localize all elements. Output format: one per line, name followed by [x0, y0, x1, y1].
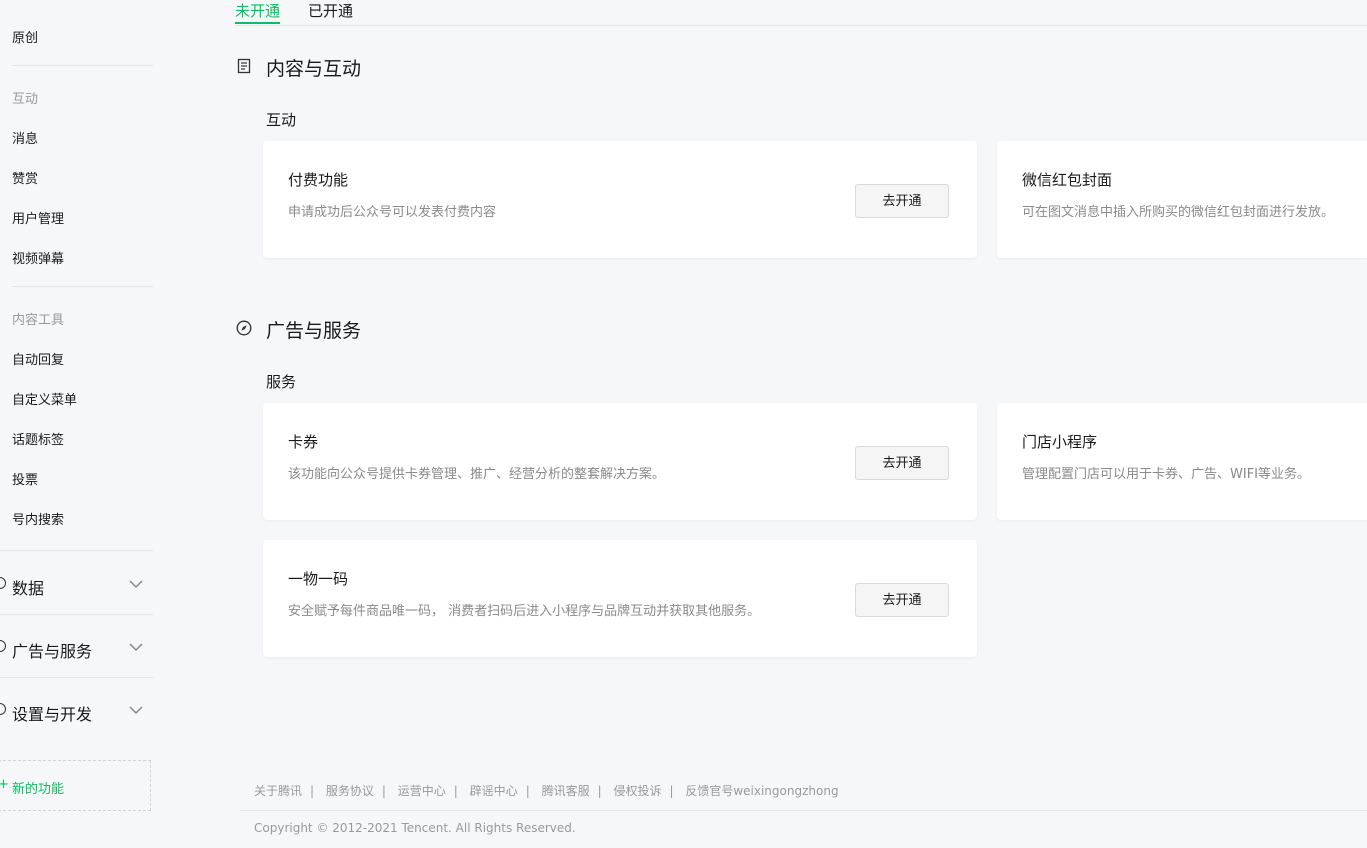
sidebar-menu-label: 数据	[12, 579, 45, 598]
card-title: 卡券	[288, 433, 319, 451]
sidebar-menu-settings-dev[interactable]: 设置与开发	[0, 691, 153, 731]
tab-activated[interactable]: 已开通	[308, 0, 353, 21]
compass-icon	[0, 640, 6, 652]
footer-link-terms[interactable]: 服务协议	[326, 784, 374, 798]
sidebar-divider	[0, 614, 153, 615]
footer-link-operations[interactable]: 运营中心	[398, 784, 446, 798]
card-description: 可在图文消息中插入所购买的微信红包封面进行发放。	[1022, 205, 1335, 220]
card-description: 管理配置门店可以用于卡券、广告、WIFI等业务。	[1022, 467, 1310, 482]
sidebar: 原创 互动 消息 赞赏 用户管理 视频弹幕 内容工具 自动回复 自定义菜单 话题…	[0, 0, 176, 848]
section-title: 广告与服务	[266, 320, 362, 342]
card-description: 申请成功后公众号可以发表付费内容	[288, 205, 497, 220]
sidebar-group-tools: 内容工具	[12, 313, 65, 328]
card-title: 门店小程序	[1022, 433, 1098, 451]
footer-link-feedback[interactable]: 反馈官号weixingongzhong	[685, 784, 838, 798]
footer-link-rumor[interactable]: 辟谣中心	[470, 784, 518, 798]
footer-link-complaint[interactable]: 侵权投诉	[613, 784, 661, 798]
data-icon	[0, 577, 6, 589]
sidebar-item-messages[interactable]: 消息	[12, 128, 38, 147]
chevron-down-icon	[129, 706, 143, 715]
footer-separator: |	[381, 784, 386, 798]
footer-separator: |	[525, 784, 530, 798]
feature-card-coupons: 卡券 该功能向公众号提供卡券管理、推广、经营分析的整套解决方案。 去开通	[263, 403, 977, 520]
sidebar-group-interact: 互动	[12, 92, 39, 107]
feature-card-red-packet: 微信红包封面 可在图文消息中插入所购买的微信红包封面进行发放。	[997, 141, 1367, 258]
section-subtitle: 互动	[266, 111, 297, 129]
sidebar-item-auto-reply[interactable]: 自动回复	[12, 349, 64, 368]
footer-separator: |	[453, 784, 458, 798]
gear-icon	[0, 703, 6, 715]
footer-separator: |	[669, 784, 674, 798]
tabs-underline	[235, 25, 1367, 26]
card-title: 一物一码	[288, 570, 349, 588]
sidebar-item-search[interactable]: 号内搜索	[12, 509, 64, 528]
chevron-down-icon	[129, 580, 143, 589]
section-title: 内容与互动	[266, 58, 362, 80]
sidebar-item-original[interactable]: 原创	[12, 27, 38, 46]
footer-link-about[interactable]: 关于腾讯	[254, 784, 302, 798]
footer-separator: |	[597, 784, 602, 798]
new-feature-button[interactable]: + 新的功能	[0, 760, 151, 811]
footer-links: 关于腾讯 | 服务协议 | 运营中心 | 辟谣中心 | 腾讯客服 | 侵权投诉 | 反馈官号…	[254, 782, 839, 799]
document-icon	[237, 58, 251, 74]
new-feature-label: 新的功能	[12, 782, 65, 797]
chevron-down-icon	[129, 643, 143, 652]
sidebar-divider	[12, 65, 153, 66]
section-subtitle: 服务	[266, 373, 297, 391]
sidebar-item-user-management[interactable]: 用户管理	[12, 208, 64, 227]
footer-separator: |	[310, 784, 315, 798]
sidebar-divider	[0, 550, 153, 551]
card-title: 微信红包封面	[1022, 171, 1113, 189]
feature-card-paid: 付费功能 申请成功后公众号可以发表付费内容 去开通	[263, 141, 977, 258]
sidebar-item-topic-tags[interactable]: 话题标签	[12, 429, 64, 448]
copyright: Copyright © 2012-2021 Tencent. All Right…	[254, 821, 576, 835]
sidebar-menu-ads-services[interactable]: 广告与服务	[0, 628, 153, 668]
card-title: 付费功能	[288, 171, 349, 189]
sidebar-menu-label: 设置与开发	[12, 705, 93, 724]
sidebar-item-video-danmaku[interactable]: 视频弹幕	[12, 248, 64, 267]
sidebar-item-reward[interactable]: 赞赏	[12, 168, 38, 187]
activate-button[interactable]: 去开通	[855, 446, 949, 480]
sidebar-divider	[12, 286, 153, 287]
footer-divider	[240, 810, 1367, 811]
plus-icon: +	[0, 777, 9, 792]
card-description: 该功能向公众号提供卡券管理、推广、经营分析的整套解决方案。	[288, 467, 666, 482]
feature-card-store-miniprogram: 门店小程序 管理配置门店可以用于卡券、广告、WIFI等业务。	[997, 403, 1367, 520]
activate-button[interactable]: 去开通	[855, 583, 949, 617]
compass-icon	[236, 320, 252, 336]
tab-not-activated[interactable]: 未开通	[235, 0, 281, 24]
card-description: 安全赋予每件商品唯一码， 消费者扫码后进入小程序与品牌互动并获取其他服务。	[288, 604, 761, 619]
sidebar-menu-label: 广告与服务	[12, 642, 93, 661]
activate-button[interactable]: 去开通	[855, 184, 949, 218]
footer-link-support[interactable]: 腾讯客服	[542, 784, 590, 798]
sidebar-divider	[0, 677, 153, 678]
feature-card-one-item-one-code: 一物一码 安全赋予每件商品唯一码， 消费者扫码后进入小程序与品牌互动并获取其他服…	[263, 540, 977, 657]
sidebar-menu-data[interactable]: 数据	[0, 565, 153, 605]
sidebar-item-custom-menu[interactable]: 自定义菜单	[12, 389, 77, 408]
sidebar-item-vote[interactable]: 投票	[12, 469, 38, 488]
